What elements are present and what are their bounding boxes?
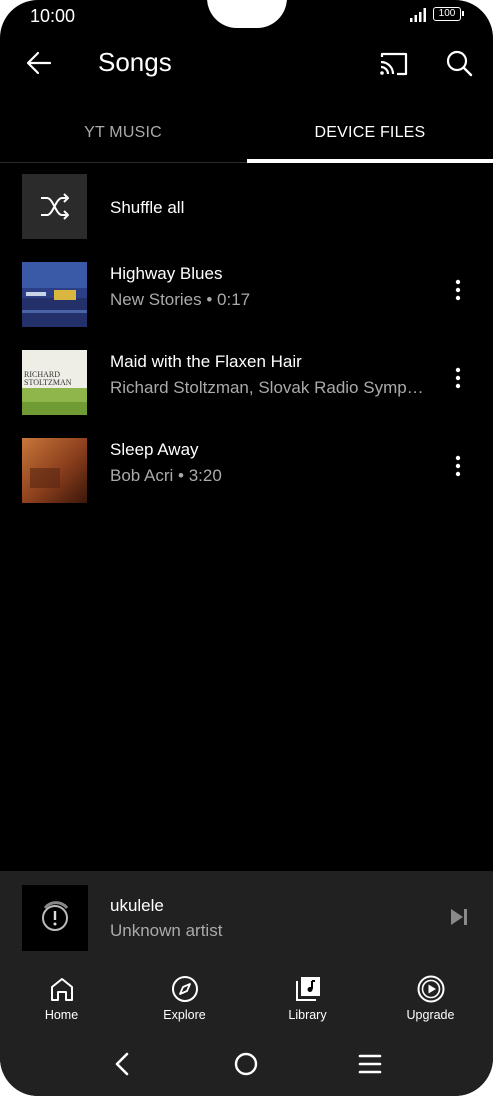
signal-icon: [410, 8, 426, 22]
mini-player-art: [22, 885, 88, 951]
shuffle-all-row[interactable]: Shuffle all: [0, 174, 493, 262]
song-row[interactable]: Highway Blues New Stories • 0:17: [0, 262, 493, 350]
shuffle-icon: [41, 193, 69, 220]
shuffle-all-label: Shuffle all: [110, 198, 185, 217]
home-icon: [51, 978, 73, 1001]
tab-bar: YT MUSIC DEVICE FILES: [0, 104, 493, 163]
bottom-navigation: Home Explore Library Upgrade: [0, 963, 493, 1035]
page-title: Songs: [98, 47, 172, 77]
more-options-icon[interactable]: [446, 364, 470, 392]
active-tab-indicator: [247, 159, 493, 163]
library-icon: [296, 977, 320, 1001]
album-art: [22, 438, 87, 503]
nav-home-label: Home: [44, 1008, 79, 1022]
song-subtitle: New Stories • 0:17: [110, 290, 251, 309]
system-menu-icon[interactable]: [355, 1049, 385, 1079]
skip-next-icon[interactable]: [446, 904, 472, 930]
album-art: RICHARD STOLTZMAN: [22, 350, 87, 415]
mini-player-artist: Unknown artist: [110, 921, 223, 940]
more-options-icon[interactable]: [446, 452, 470, 480]
tab-device-files[interactable]: DEVICE FILES: [247, 104, 493, 162]
nav-home[interactable]: Home: [0, 963, 123, 1035]
battery-icon: 100: [433, 7, 464, 21]
status-time: 10:00: [30, 6, 76, 26]
nav-upgrade-label: Upgrade: [406, 1008, 455, 1022]
mini-player-title: ukulele: [110, 896, 164, 915]
shuffle-tile: [22, 174, 87, 239]
nav-library[interactable]: Library: [246, 963, 369, 1035]
song-title: Maid with the Flaxen Hair: [110, 352, 302, 371]
album-text-stoltzman: STOLTZMAN: [24, 378, 72, 387]
song-title: Highway Blues: [110, 264, 223, 283]
nav-library-label: Library: [288, 1008, 327, 1022]
camera-notch: [207, 0, 287, 28]
mini-player[interactable]: ukulele Unknown artist: [0, 871, 493, 963]
album-art-highway-blues: [22, 262, 87, 327]
song-row[interactable]: RICHARD STOLTZMAN Maid with the Flaxen H…: [0, 350, 493, 438]
compass-icon: [172, 976, 198, 1002]
system-back-icon[interactable]: [108, 1049, 138, 1079]
nav-upgrade[interactable]: Upgrade: [369, 963, 492, 1035]
nav-explore-label: Explore: [163, 1008, 206, 1022]
error-icon: [42, 901, 69, 931]
more-options-icon[interactable]: [446, 276, 470, 304]
cast-icon[interactable]: [378, 50, 410, 78]
album-art: [22, 262, 87, 327]
song-row[interactable]: Sleep Away Bob Acri • 3:20: [0, 438, 493, 526]
nav-explore[interactable]: Explore: [123, 963, 246, 1035]
tab-yt-music[interactable]: YT MUSIC: [0, 104, 246, 162]
song-subtitle: Richard Stoltzman, Slovak Radio Symp…: [110, 378, 424, 397]
system-navigation-bar: [0, 1035, 493, 1096]
back-arrow-icon[interactable]: [22, 46, 56, 80]
battery-level: 100: [438, 8, 456, 19]
song-title: Sleep Away: [110, 440, 199, 459]
phone-screen: 10:00 100 Songs YT MUSIC DEVICE FILES Sh…: [0, 0, 493, 1096]
album-art-sleep-away: [22, 438, 87, 503]
album-art-maid-flaxen-hair: RICHARD STOLTZMAN: [22, 350, 87, 415]
song-subtitle: Bob Acri • 3:20: [110, 466, 222, 485]
system-home-icon[interactable]: [231, 1049, 261, 1079]
search-icon[interactable]: [444, 48, 474, 78]
upgrade-icon: [417, 975, 445, 1003]
